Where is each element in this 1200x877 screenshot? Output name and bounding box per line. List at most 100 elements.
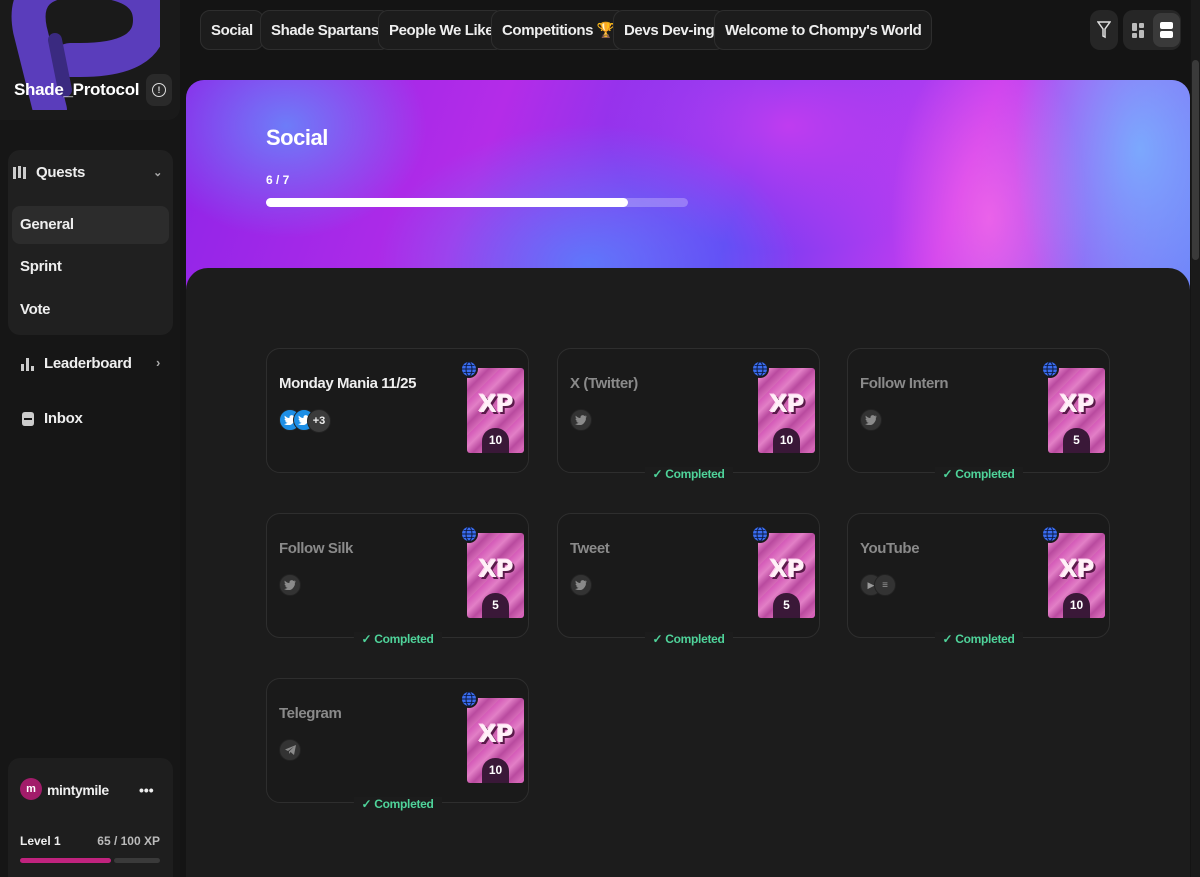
globe-icon: [1041, 360, 1059, 378]
filter-button[interactable]: [1090, 10, 1118, 50]
list-view-button[interactable]: [1153, 13, 1180, 47]
quest-title: Follow Intern: [860, 375, 949, 392]
quest-requirements: [570, 574, 592, 596]
page-scrollbar[interactable]: [1191, 0, 1200, 877]
info-icon: !: [152, 83, 166, 97]
completed-label: ✓ Completed: [353, 632, 442, 646]
quest-requirements: +3: [279, 409, 331, 433]
quest-title: Follow Silk: [279, 540, 353, 557]
sidebar-item-label: Quests: [36, 164, 86, 181]
quest-requirements: [570, 409, 592, 431]
quest-title: Monday Mania 11/25: [279, 375, 417, 392]
quest-requirements: [860, 409, 882, 431]
xp-label: 65 / 100 XP: [97, 834, 160, 848]
completed-label: ✓ Completed: [644, 632, 733, 646]
level-progress-fill: [20, 858, 111, 863]
globe-icon: [751, 525, 769, 543]
quest-requirements: [279, 739, 301, 761]
telegram-icon: [279, 739, 301, 761]
globe-icon: [1041, 525, 1059, 543]
list-icon: ≡: [874, 574, 896, 596]
xp-word: XP: [1059, 390, 1094, 418]
xp-word: XP: [478, 390, 513, 418]
category-tabs: Social Shade Spartans People We Like Com…: [190, 0, 1200, 62]
tab-devs-dev-ing[interactable]: Devs Dev-ing: [613, 10, 726, 50]
quest-card[interactable]: Tweet XP 5 ✓ Completed: [557, 513, 820, 646]
xp-reward-image: XP 10: [467, 368, 524, 453]
sidebar-item-inbox[interactable]: Inbox: [20, 410, 83, 427]
quest-card[interactable]: Follow Silk XP 5 ✓ Completed: [266, 513, 529, 646]
level-label: Level 1: [20, 834, 61, 848]
xp-word: XP: [769, 390, 804, 418]
list-view-icon: [1160, 22, 1173, 38]
user-card: m mintymile ••• Level 1 65 / 100 XP: [8, 758, 173, 877]
quest-title: YouTube: [860, 540, 920, 557]
scrollbar-thumb[interactable]: [1192, 60, 1199, 260]
quest-board: Social 6 / 7 Monday Mania 11/25 +3 XP 10…: [186, 80, 1190, 877]
xp-reward-image: XP 10: [1048, 533, 1105, 618]
completed-label: ✓ Completed: [353, 797, 442, 811]
xp-word: XP: [478, 555, 513, 583]
tab-social[interactable]: Social: [200, 10, 264, 50]
quest-requirements: ▶ ≡: [860, 574, 896, 596]
sidebar-item-vote[interactable]: Vote: [20, 301, 51, 318]
sidebar-item-quests[interactable]: Quests ⌄: [12, 164, 162, 181]
quest-card[interactable]: Follow Intern XP 5 ✓ Completed: [847, 348, 1110, 481]
xp-reward-value: 10: [482, 758, 509, 783]
xp-word: XP: [769, 555, 804, 583]
globe-icon: [751, 360, 769, 378]
level-progress-bar: [20, 858, 160, 863]
xp-reward-image: XP 5: [758, 533, 815, 618]
sidebar-item-leaderboard[interactable]: Leaderboard ›: [20, 355, 160, 372]
xp-reward-image: XP 10: [758, 368, 815, 453]
xp-reward-value: 5: [482, 593, 509, 618]
xp-reward-image: XP 10: [467, 698, 524, 783]
xp-word: XP: [478, 720, 513, 748]
sidebar: Shade_Protocol ! Quests ⌄ General Sprint…: [0, 0, 180, 877]
sidebar-item-label: Leaderboard: [44, 355, 132, 372]
xp-reward-value: 10: [482, 428, 509, 453]
more-options-icon[interactable]: •••: [139, 782, 154, 798]
project-header: Shade_Protocol !: [0, 0, 180, 120]
xp-reward-value: 5: [773, 593, 800, 618]
completed-label: ✓ Completed: [644, 467, 733, 481]
category-title: Social: [266, 125, 328, 150]
globe-icon: [460, 690, 478, 708]
xp-reward-value: 10: [1063, 593, 1090, 618]
avatar[interactable]: m: [20, 778, 42, 800]
level-progress-remaining: [114, 858, 160, 863]
chevron-down-icon: ⌄: [153, 167, 162, 179]
completed-label: ✓ Completed: [934, 632, 1023, 646]
tab-welcome-to-chompys-world[interactable]: Welcome to Chompy's World: [714, 10, 933, 50]
tab-competitions[interactable]: Competitions 🏆: [491, 10, 627, 50]
view-toggle: [1123, 10, 1181, 50]
more-requirements-badge: +3: [307, 409, 331, 433]
twitter-icon: [570, 409, 592, 431]
category-progress-count: 6 / 7: [266, 173, 290, 187]
project-info-button[interactable]: !: [146, 74, 172, 106]
twitter-icon: [570, 574, 592, 596]
app-root: Shade_Protocol ! Quests ⌄ General Sprint…: [0, 0, 1200, 877]
twitter-icon: [860, 409, 882, 431]
project-name: Shade_Protocol: [14, 80, 140, 99]
username: mintymile: [47, 782, 109, 798]
sidebar-item-sprint[interactable]: Sprint: [20, 258, 62, 275]
quest-card[interactable]: Telegram XP 10 ✓ Completed: [266, 678, 529, 811]
category-progress-fill: [266, 198, 628, 207]
tab-shade-spartans[interactable]: Shade Spartans: [260, 10, 390, 50]
quest-card[interactable]: YouTube ▶ ≡ XP 10 ✓ Completed: [847, 513, 1110, 646]
tab-people-we-like[interactable]: People We Like: [378, 10, 505, 50]
xp-word: XP: [1059, 555, 1094, 583]
grid-view-button[interactable]: [1124, 10, 1153, 50]
xp-reward-value: 5: [1063, 428, 1090, 453]
quest-card[interactable]: X (Twitter) XP 10 ✓ Completed: [557, 348, 820, 481]
globe-icon: [460, 525, 478, 543]
quest-requirements: [279, 574, 301, 596]
map-icon: [12, 165, 28, 181]
quest-title: Telegram: [279, 705, 342, 722]
inbox-icon: [20, 411, 36, 427]
quest-card[interactable]: Monday Mania 11/25 +3 XP 10: [266, 348, 529, 473]
twitter-icon: [279, 574, 301, 596]
globe-icon: [460, 360, 478, 378]
sidebar-item-general[interactable]: General: [20, 216, 74, 233]
